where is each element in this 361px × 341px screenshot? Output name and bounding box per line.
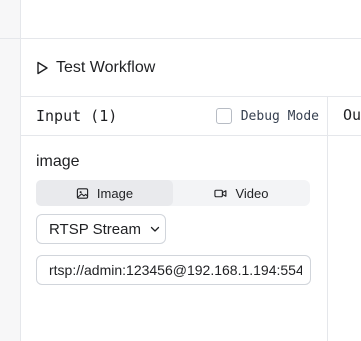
input-panel: Input (1) Debug Mode image Image Video R…: [21, 97, 328, 341]
output-panel-header: Ou: [328, 97, 361, 136]
test-workflow-label: Test Workflow: [56, 58, 156, 76]
test-workflow-button[interactable]: Test Workflow: [34, 59, 155, 77]
play-icon: [37, 61, 48, 74]
tab-video-label: Video: [235, 185, 269, 201]
debug-mode-checkbox[interactable]: [215, 108, 232, 124]
field-label: image: [36, 153, 80, 170]
media-type-tabs: Image Video: [36, 180, 310, 206]
debug-mode-toggle[interactable]: Debug Mode: [215, 108, 319, 124]
debug-mode-label: Debug Mode: [240, 108, 319, 124]
tab-image-label: Image: [96, 185, 134, 201]
workflow-header: Test Workflow: [21, 39, 361, 97]
image-icon: [76, 187, 89, 199]
video-icon: [214, 189, 227, 197]
tab-video[interactable]: Video: [173, 180, 310, 206]
left-sidebar-edge: [0, 0, 21, 341]
chevron-down-icon: [150, 226, 160, 232]
output-panel-title: Ou: [343, 106, 361, 124]
input-panel-header: Input (1) Debug Mode: [21, 97, 327, 136]
tab-image[interactable]: Image: [36, 180, 173, 206]
stream-url-input[interactable]: [36, 255, 311, 285]
source-type-value: RTSP Stream: [49, 220, 141, 238]
top-bar: [21, 0, 361, 39]
input-panel-title: Input (1): [36, 107, 118, 125]
source-type-select[interactable]: RTSP Stream: [36, 214, 166, 244]
